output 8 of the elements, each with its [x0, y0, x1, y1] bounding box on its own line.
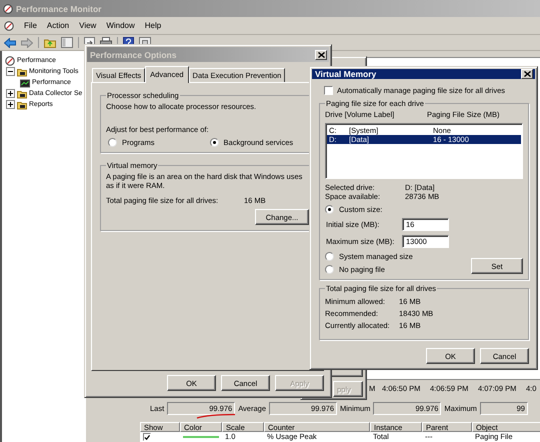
menu-item[interactable]: File	[24, 21, 37, 30]
menu-item[interactable]: View	[79, 21, 96, 30]
dialog-title: Virtual Memory	[315, 69, 378, 79]
menu-item[interactable]: Action	[46, 21, 70, 30]
dialog-title: Performance Options	[90, 50, 178, 60]
window-title: Performance Monitor	[16, 4, 102, 14]
menu-item[interactable]: Help	[144, 21, 162, 30]
menu-item[interactable]: Window	[106, 21, 135, 30]
